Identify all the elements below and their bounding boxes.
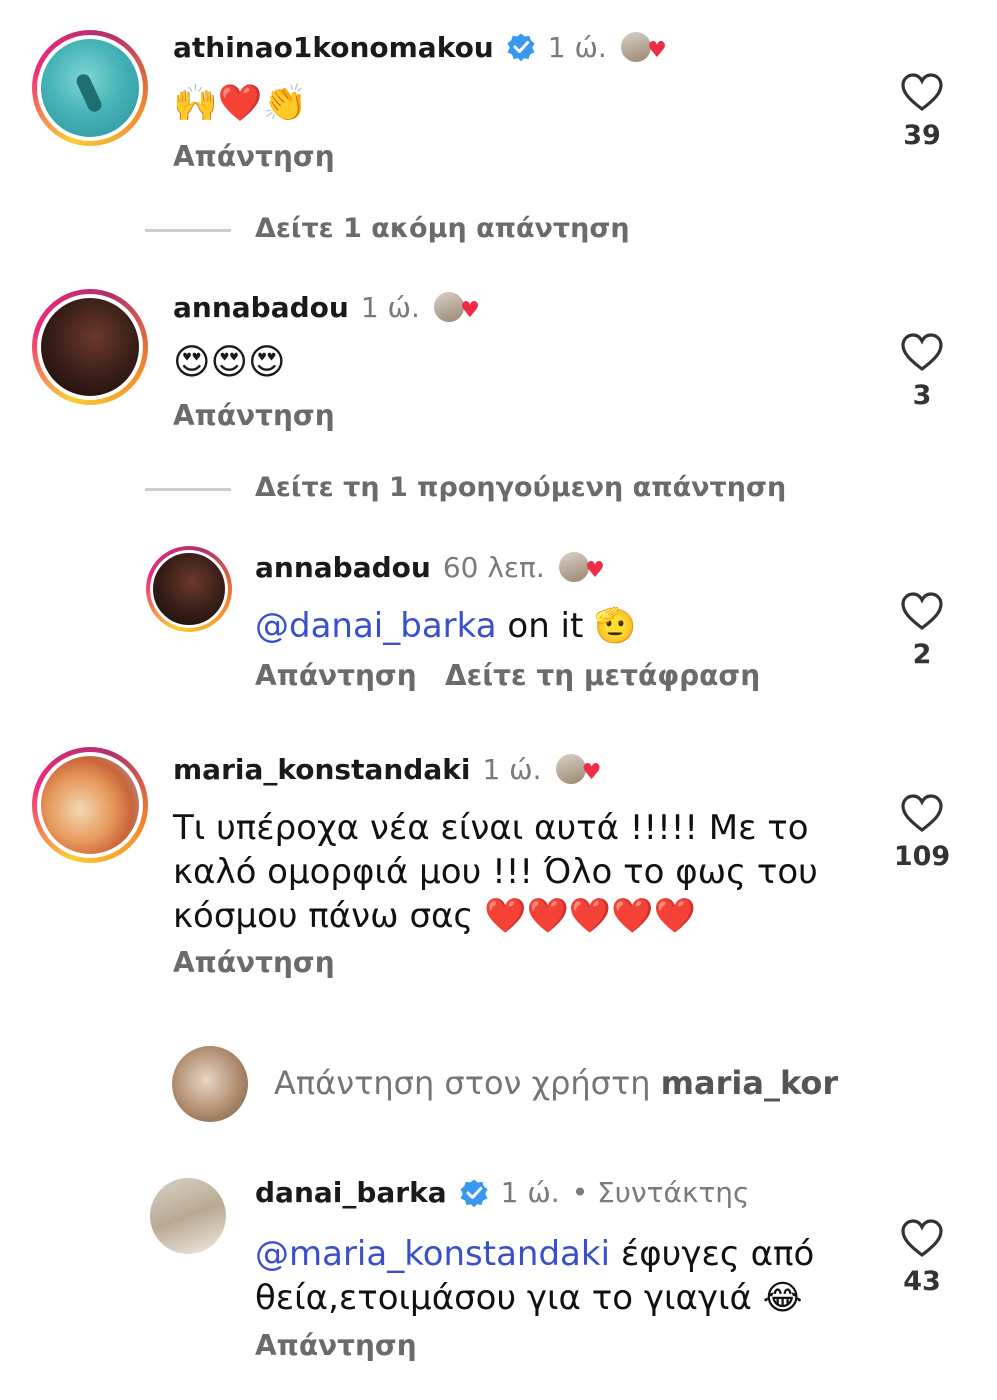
verified-badge-icon [460, 1179, 488, 1207]
liked-by-author-icon: ♥ [556, 550, 605, 584]
comment-username[interactable]: maria_konstandaki [173, 753, 470, 786]
avatar[interactable] [32, 747, 148, 863]
view-more-replies[interactable]: Δείτε 1 ακόμη απάντηση [255, 213, 630, 244]
comment-text: @danai_barka on it 🫡 [255, 606, 637, 646]
avatar[interactable] [146, 546, 232, 632]
heart-outline-icon[interactable] [900, 793, 944, 833]
reply-button[interactable]: Απάντηση [255, 1329, 417, 1362]
verified-badge-icon [507, 33, 535, 62]
avatar[interactable] [32, 30, 148, 146]
mention-link[interactable]: @maria_konstandaki [255, 1234, 610, 1274]
liked-by-author-icon: ♥ [553, 752, 602, 786]
like-column: 109 [882, 793, 962, 872]
reply-button[interactable]: Απάντηση [173, 399, 335, 432]
comment-time: 60 λεπ. [442, 550, 545, 584]
heart-outline-icon[interactable] [900, 332, 944, 372]
like-count: 3 [912, 380, 932, 411]
comment-header: maria_konstandaki 1 ώ. ♥ [173, 752, 602, 786]
avatar[interactable] [32, 289, 148, 405]
comment-text: 🙌❤️👏 [173, 83, 308, 124]
liked-by-author-icon: ♥ [431, 290, 480, 324]
comment-header: annabadou 60 λεπ. ♥ [255, 550, 605, 584]
view-previous-replies[interactable]: Δείτε τη 1 προηγούμενη απάντηση [255, 472, 786, 503]
reply-button[interactable]: Απάντηση [173, 140, 335, 173]
author-role: • Συντάκτης [571, 1176, 750, 1209]
like-count: 2 [912, 639, 932, 670]
heart-outline-icon[interactable] [900, 591, 944, 631]
like-column: 3 [882, 332, 962, 411]
heart-outline-icon[interactable] [900, 72, 944, 112]
comment-header: annabadou 1 ώ. ♥ [173, 290, 480, 324]
comment-text: 😍😍😍 [173, 342, 286, 383]
avatar[interactable] [150, 1178, 226, 1254]
like-column: 2 [882, 591, 962, 670]
like-count: 39 [903, 120, 941, 151]
liked-by-author-icon: ♥ [618, 30, 667, 64]
divider [145, 488, 231, 491]
reply-button[interactable]: Απάντηση [255, 659, 417, 692]
comment-username[interactable]: athinao1konomakou [173, 31, 494, 64]
mention-link[interactable]: @danai_barka [255, 606, 497, 646]
reply-button[interactable]: Απάντηση [173, 946, 335, 979]
current-user-avatar [172, 1046, 248, 1122]
comment-username[interactable]: annabadou [255, 551, 431, 584]
comment-text: @maria_konstandaki έφυγες από θεία,ετοιμ… [255, 1234, 815, 1318]
reply-input[interactable]: Απάντηση στον χρήστη maria_kor [274, 1064, 849, 1102]
heart-outline-icon[interactable] [900, 1218, 944, 1258]
comment-header: danai_barka 1 ώ. • Συντάκτης [255, 1176, 750, 1209]
comment-username[interactable]: annabadou [173, 291, 349, 324]
comment-time: 1 ώ. [547, 30, 607, 64]
comment-header: athinao1konomakou 1 ώ. ♥ [173, 30, 667, 64]
comment-time: 1 ώ. [360, 290, 420, 324]
comment-text: Τι υπέροχα νέα είναι αυτά !!!!! Με το κα… [173, 808, 818, 936]
like-count: 109 [893, 841, 951, 872]
comment-username[interactable]: danai_barka [255, 1176, 447, 1209]
like-column: 43 [882, 1218, 962, 1297]
divider [145, 229, 231, 232]
see-translation-button[interactable]: Δείτε τη μετάφραση [445, 659, 760, 692]
comment-time: 1 ώ. [482, 752, 542, 786]
like-column: 39 [882, 72, 962, 151]
comment-time: 1 ώ. [500, 1176, 560, 1209]
like-count: 43 [903, 1266, 941, 1297]
